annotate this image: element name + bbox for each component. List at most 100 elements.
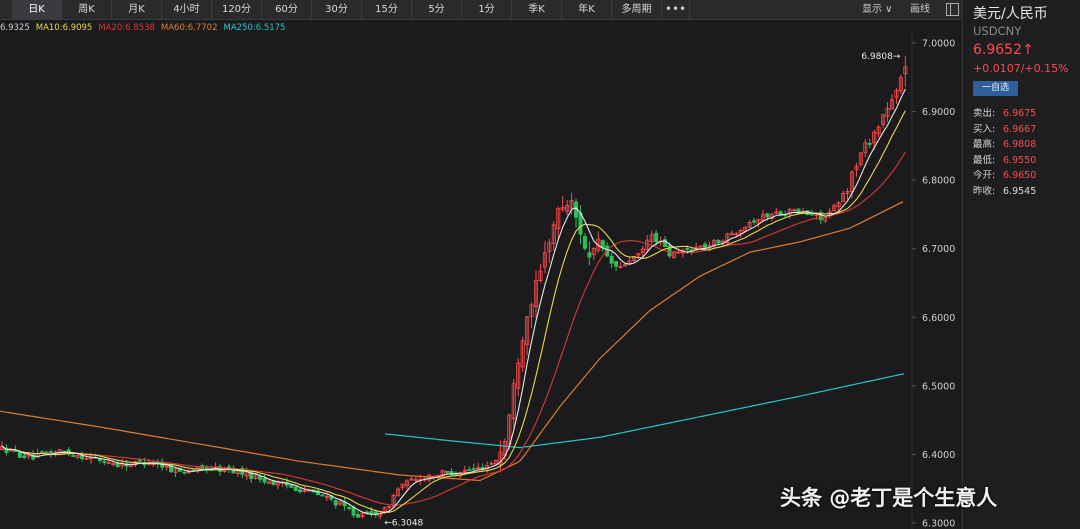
draw-line-button[interactable]: 画线: [910, 0, 930, 20]
tab-timeframe-1[interactable]: 周K: [62, 0, 112, 20]
symbol-code: USDCNY: [973, 24, 1022, 38]
tab-timeframe-4[interactable]: 120分: [212, 0, 262, 20]
candle-body: [471, 468, 476, 470]
quote-row: 最低: 6.9550: [973, 153, 1036, 169]
tab-timeframe-10[interactable]: 季K: [512, 0, 562, 20]
candle-body: [333, 500, 338, 506]
tab-timeframe-9[interactable]: 1分: [462, 0, 512, 20]
tab-timeframe-7[interactable]: 15分: [362, 0, 412, 20]
candle-body: [703, 243, 708, 249]
ma-legend: 6.9325 MA10:6.9095 MA20:6.8538 MA60:6.7702 M…: [0, 22, 291, 34]
candle-body: [867, 142, 872, 145]
tab-timeframe-12[interactable]: 多周期: [612, 0, 662, 20]
ma-legend-item: MA20:6.8538: [98, 23, 155, 33]
ma-legend-item: MA60:6.7702: [160, 23, 218, 33]
kline-svg[interactable]: 7.0000 6.9000 6.8000 6.7000 6.6000 6.5000 6.40…: [0, 34, 962, 529]
more-periods-button[interactable]: •••: [662, 0, 690, 20]
candle-body: [582, 236, 587, 249]
tab-timeframe-5[interactable]: 60分: [262, 0, 312, 20]
watermark: 头条 @老丁是个生意人: [780, 486, 998, 510]
tab-timeframe-3[interactable]: 4小时: [162, 0, 212, 20]
candle-body: [137, 459, 142, 462]
candle-body: [40, 451, 45, 454]
quote-label: 最高:: [973, 139, 996, 150]
candle-body: [600, 240, 605, 248]
quote-value: 6.9650: [1003, 170, 1037, 181]
quote-value: 6.9808: [1003, 139, 1037, 150]
y-tick-label: 6.3000: [922, 519, 955, 529]
quote-label: 今开:: [973, 170, 996, 181]
tab-timeframe-8[interactable]: 5分: [412, 0, 462, 20]
candle-body: [467, 469, 472, 471]
candle-body: [587, 252, 592, 258]
candle-body: [609, 255, 614, 264]
quote-row: 买入: 6.9667: [973, 122, 1036, 138]
candle-body: [444, 470, 449, 473]
quote-panel: 美元/人民币 USDCNY 6.9652↑ +0.0107/+0.15% 一自选…: [962, 0, 1080, 529]
candle-body: [667, 245, 672, 257]
candle-body: [71, 455, 76, 457]
quote-row: 卖出: 6.9675: [973, 106, 1036, 122]
candle-body: [347, 507, 352, 509]
tab-timeframe-0[interactable]: 日K: [12, 0, 62, 20]
quote-label: 昨收:: [973, 185, 996, 197]
candle-body: [22, 455, 27, 459]
candle-body: [182, 471, 187, 474]
candle-body: [262, 478, 267, 483]
high-price-marker: 6.9808→: [861, 52, 900, 62]
kline-chart[interactable]: 7.0000 6.9000 6.8000 6.7000 6.6000 6.5000 6.40…: [0, 34, 962, 529]
ma5-line: [1, 88, 906, 515]
candle-body: [716, 239, 721, 244]
quote-table: 卖出: 6.9675 买入: 6.9667 最高: 6.9808 最低: 6.9550 今开: 6…: [973, 106, 1036, 199]
quote-label: 买入:: [973, 123, 996, 135]
candle-body: [102, 460, 107, 463]
y-tick-label: 7.0000: [922, 39, 955, 50]
ma-legend-item: MA250:6.5175: [223, 23, 286, 33]
ma250-line: [384, 373, 905, 449]
forex-kline-app: 日K 周K 月K 4小时 120分 60分 30分 15分 5分 1分 季K 年K 多周期 ••• 显示 ∨…: [0, 0, 1080, 529]
symbol-name: 美元/人民币: [973, 6, 1048, 22]
y-tick-label: 6.8000: [922, 176, 955, 187]
candle-body: [289, 484, 294, 488]
watchlist-button[interactable]: 一自选: [973, 81, 1018, 96]
price-change: +0.0107/+0.15%: [973, 62, 1069, 75]
quote-value: 6.9667: [1003, 123, 1037, 135]
quote-value: 6.9675: [1003, 108, 1037, 119]
candle-body: [765, 213, 770, 218]
quote-value: 6.9545: [1003, 185, 1037, 197]
candle-body: [355, 513, 360, 518]
low-price-marker: ←6.3048: [384, 519, 423, 529]
ma10-line: [1, 110, 906, 513]
candle-body: [258, 476, 263, 480]
candle-body: [320, 494, 325, 497]
candle-body: [614, 261, 619, 267]
quote-row: 昨收: 6.9545: [973, 184, 1036, 200]
panel-toggle-icon[interactable]: [946, 3, 959, 16]
ma-legend-item: 6.9325: [0, 23, 30, 33]
tab-timeframe-2[interactable]: 月K: [112, 0, 162, 20]
tab-timeframe-11[interactable]: 年K: [562, 0, 612, 20]
y-tick-label: 6.7000: [922, 244, 955, 255]
y-tick-label: 6.5000: [922, 381, 955, 392]
candle-body: [293, 486, 298, 491]
ma60-line: [0, 201, 904, 482]
y-tick-label: 6.9000: [922, 107, 955, 118]
candle-body: [369, 511, 374, 514]
y-tick-label: 6.4000: [922, 450, 955, 461]
y-tick-label: 6.6000: [922, 313, 955, 324]
last-price: 6.9652↑: [973, 42, 1034, 58]
tab-timeframe-6[interactable]: 30分: [312, 0, 362, 20]
quote-row: 今开: 6.9650: [973, 168, 1036, 184]
candle-body: [752, 220, 757, 223]
quote-label: 最低:: [973, 154, 996, 166]
display-menu-button[interactable]: 显示 ∨: [862, 0, 893, 20]
quote-value: 6.9550: [1003, 154, 1037, 166]
candle-body: [685, 248, 690, 250]
candle-body: [578, 212, 583, 235]
candle-body: [654, 232, 659, 243]
quote-label: 卖出:: [973, 108, 996, 119]
ma-legend-item: MA10:6.9095: [35, 23, 93, 33]
quote-row: 最高: 6.9808: [973, 137, 1036, 153]
ma20-line: [1, 151, 906, 506]
period-toolbar: 日K 周K 月K 4小时 120分 60分 30分 15分 5分 1分 季K 年K 多周期 ••• 显示 ∨…: [0, 0, 962, 20]
